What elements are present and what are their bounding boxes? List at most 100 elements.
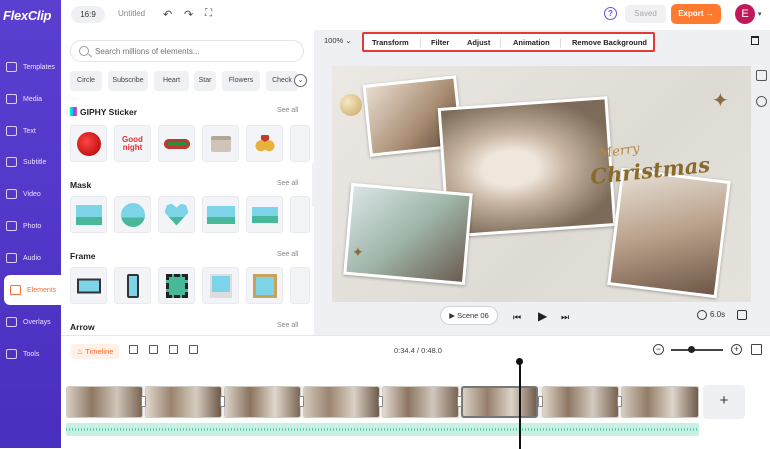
sidebar-item-label: Media bbox=[23, 95, 43, 103]
chip-circle[interactable]: Circle bbox=[70, 71, 102, 91]
trash-icon[interactable] bbox=[751, 36, 759, 45]
sticker-tile[interactable]: Good night bbox=[114, 125, 151, 162]
scene-clip[interactable] bbox=[224, 386, 301, 418]
sidebar-item-overlays[interactable]: Overlays bbox=[0, 307, 61, 337]
zoom-in-icon[interactable]: + bbox=[731, 344, 742, 355]
see-all-link[interactable]: See all bbox=[277, 180, 298, 187]
add-scene-button[interactable]: + bbox=[703, 385, 745, 419]
scene-clip[interactable] bbox=[145, 386, 222, 418]
audio-track[interactable] bbox=[66, 423, 699, 436]
split-icon[interactable] bbox=[149, 345, 158, 354]
help-icon[interactable]: ? bbox=[604, 7, 617, 20]
previous-scene-icon[interactable]: ⏮ bbox=[513, 312, 521, 323]
tool-filter[interactable]: Filter bbox=[431, 38, 449, 47]
transition-icon[interactable] bbox=[457, 396, 462, 407]
sidebar-item-audio[interactable]: Audio bbox=[0, 243, 61, 273]
frame-tile[interactable] bbox=[202, 267, 239, 304]
chevron-down-icon[interactable]: ▾ bbox=[758, 10, 762, 18]
sidebar: FlexClip Templates Media Text Subtitle V… bbox=[0, 0, 61, 448]
playhead[interactable] bbox=[516, 358, 522, 449]
sticker-tile[interactable] bbox=[158, 125, 195, 162]
scene-clip[interactable] bbox=[303, 386, 380, 418]
fit-timeline-icon[interactable] bbox=[751, 344, 762, 355]
scene-clip-selected[interactable] bbox=[461, 386, 538, 418]
next-scene-icon[interactable]: ⏭ bbox=[561, 312, 569, 323]
transition-icon[interactable] bbox=[141, 396, 146, 407]
scene-button[interactable]: ▶ Scene 06 bbox=[440, 306, 498, 325]
search-box[interactable] bbox=[70, 40, 304, 62]
see-all-link[interactable]: See all bbox=[277, 107, 298, 114]
frame-tile[interactable] bbox=[70, 267, 107, 304]
scene-duration[interactable]: 6.0s bbox=[710, 310, 725, 319]
mask-tile[interactable] bbox=[114, 196, 151, 233]
sidebar-item-video[interactable]: Video bbox=[0, 179, 61, 209]
redo-icon[interactable]: ↷ bbox=[184, 8, 193, 21]
tool-transform[interactable]: Transform bbox=[372, 38, 409, 47]
sidebar-item-elements[interactable]: Elements bbox=[4, 275, 61, 305]
chip-heart[interactable]: Heart bbox=[154, 71, 189, 91]
copy-icon[interactable] bbox=[756, 70, 767, 81]
sticker-tile[interactable] bbox=[290, 125, 310, 162]
scene-clip[interactable] bbox=[66, 386, 143, 418]
add-scene-icon[interactable] bbox=[129, 345, 138, 354]
sticker-tile[interactable] bbox=[70, 125, 107, 162]
zoom-out-icon[interactable]: − bbox=[653, 344, 664, 355]
sticker-tile[interactable] bbox=[246, 125, 283, 162]
sidebar-item-text[interactable]: Text bbox=[0, 116, 61, 146]
play-icon[interactable]: ▶ bbox=[538, 309, 547, 323]
transition-icon[interactable] bbox=[220, 396, 225, 407]
tool-remove-background[interactable]: Remove Background bbox=[572, 38, 647, 47]
transition-icon[interactable] bbox=[538, 396, 543, 407]
tool-adjust[interactable]: Adjust bbox=[467, 38, 490, 47]
fullscreen-preview-icon[interactable] bbox=[737, 310, 747, 320]
sidebar-item-subtitle[interactable]: Subtitle bbox=[0, 147, 61, 177]
sidebar-item-templates[interactable]: Templates bbox=[0, 52, 61, 82]
chevron-down-icon[interactable]: ⌄ bbox=[294, 74, 307, 87]
mask-tile[interactable] bbox=[290, 196, 310, 233]
project-title[interactable]: Untitled bbox=[118, 9, 145, 18]
video-canvas[interactable]: ✦ ✦ Merry Christmas bbox=[332, 66, 751, 302]
sidebar-item-tools[interactable]: Tools bbox=[0, 339, 61, 369]
mask-tile[interactable] bbox=[246, 196, 283, 233]
duplicate-icon[interactable] bbox=[169, 345, 178, 354]
photo-kids-gifts[interactable] bbox=[343, 182, 473, 286]
see-all-link[interactable]: See all bbox=[277, 251, 298, 258]
sticker-tile[interactable] bbox=[202, 125, 239, 162]
see-all-link[interactable]: See all bbox=[277, 322, 298, 329]
mask-tile[interactable] bbox=[70, 196, 107, 233]
chip-subscribe[interactable]: Subscribe bbox=[108, 71, 148, 91]
undo-icon[interactable]: ↶ bbox=[163, 8, 172, 21]
aspect-ratio-button[interactable]: 16:9 bbox=[71, 6, 105, 23]
timeline-toggle[interactable]: ♨ Timeline bbox=[71, 344, 119, 359]
frame-tile[interactable] bbox=[290, 267, 310, 304]
app-logo[interactable]: FlexClip bbox=[3, 8, 51, 23]
zoom-dropdown[interactable]: 100% ⌄ bbox=[324, 36, 352, 45]
mask-tile[interactable] bbox=[202, 196, 239, 233]
chip-star[interactable]: Star bbox=[194, 71, 216, 91]
saved-button[interactable]: Saved bbox=[625, 5, 666, 23]
photo-family-tree[interactable] bbox=[607, 167, 731, 299]
transition-icon[interactable] bbox=[378, 396, 383, 407]
avatar[interactable]: E bbox=[735, 4, 755, 24]
tool-animation[interactable]: Animation bbox=[513, 38, 550, 47]
frame-tile[interactable] bbox=[246, 267, 283, 304]
fullscreen-icon[interactable]: ⛶ bbox=[205, 8, 212, 19]
scene-clip[interactable] bbox=[542, 386, 619, 418]
overlays-icon bbox=[6, 317, 17, 327]
transition-icon[interactable] bbox=[617, 396, 622, 407]
mask-tile[interactable] bbox=[158, 196, 195, 233]
frame-tile[interactable] bbox=[158, 267, 195, 304]
zoom-slider-handle[interactable] bbox=[688, 346, 695, 353]
zoom-slider[interactable] bbox=[671, 349, 723, 351]
chip-flowers[interactable]: Flowers bbox=[222, 71, 260, 91]
sidebar-item-photo[interactable]: Photo bbox=[0, 211, 61, 241]
frame-tile[interactable] bbox=[114, 267, 151, 304]
transition-icon[interactable] bbox=[299, 396, 304, 407]
search-input[interactable] bbox=[95, 44, 295, 59]
color-palette-icon[interactable] bbox=[756, 96, 767, 107]
trash-icon[interactable] bbox=[189, 345, 198, 354]
scene-clip[interactable] bbox=[621, 386, 699, 418]
export-button[interactable]: Export → bbox=[671, 4, 721, 24]
sidebar-item-media[interactable]: Media bbox=[0, 84, 61, 114]
scene-clip[interactable] bbox=[382, 386, 459, 418]
